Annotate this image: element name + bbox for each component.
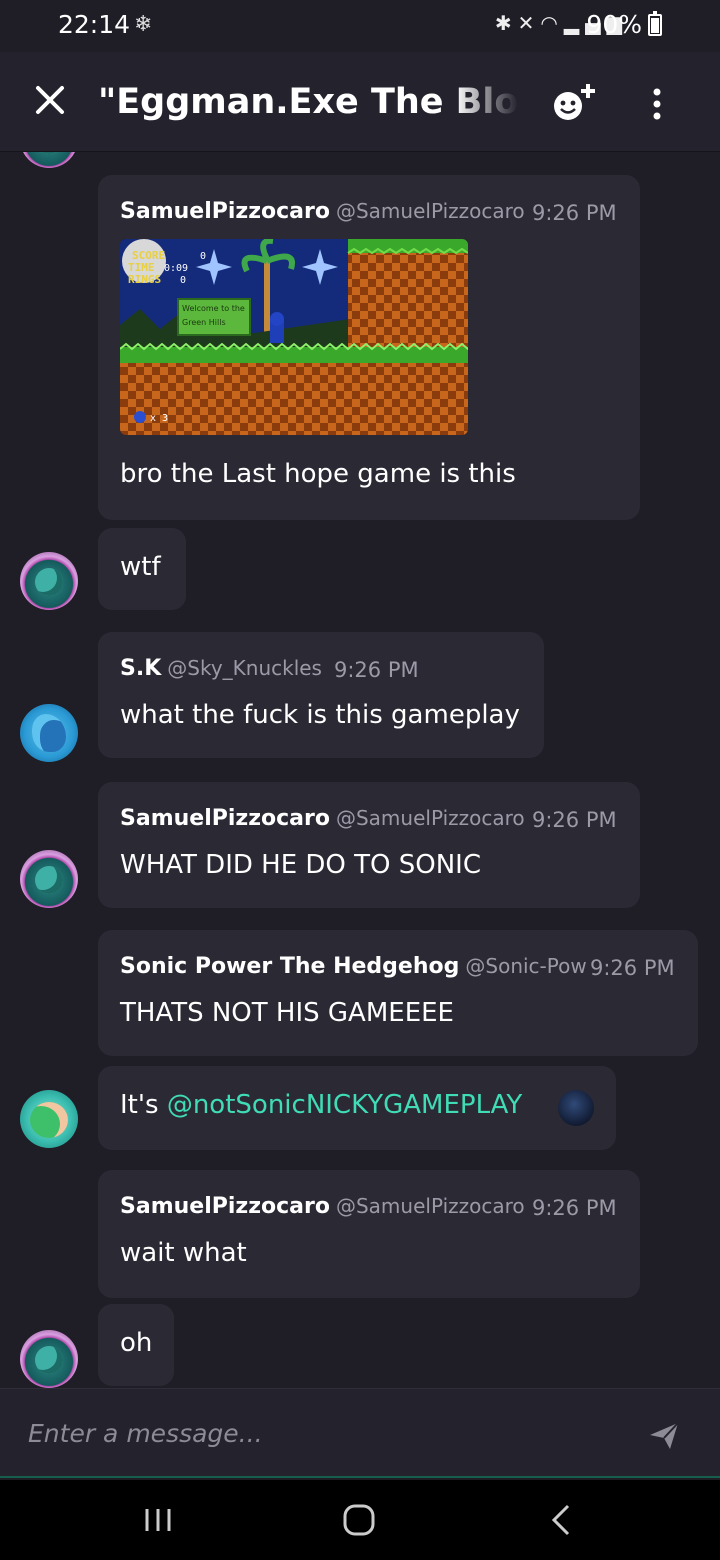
system-nav-bar xyxy=(0,1480,720,1560)
message-bubble[interactable]: S.K @Sky_Knuckles 9:26 PM what the fuck i… xyxy=(98,632,544,758)
message-text: wait what xyxy=(120,1238,247,1268)
message-time: 9:26 PM xyxy=(590,956,675,980)
status-bar: 22:14 ❄ ✱✕◠▂▄▆ 90% xyxy=(0,0,720,52)
battery-percent: 90% xyxy=(586,10,642,39)
message-input[interactable] xyxy=(28,1413,588,1453)
avatar[interactable] xyxy=(20,1090,78,1148)
back-icon xyxy=(551,1504,570,1536)
avatar[interactable] xyxy=(20,850,78,908)
send-icon xyxy=(650,1422,679,1449)
message-handle: @Sky_Knuckles xyxy=(167,656,322,680)
bluetooth-icon: ✱ xyxy=(494,11,518,35)
hud-rings-label: RINGS xyxy=(128,273,161,286)
message-list[interactable]: SamuelPizzocaro @SamuelPizzocaro 9:26 PM … xyxy=(0,152,720,1388)
message-handle: @Sonic-Pow xyxy=(465,954,587,978)
message-text: It's @notSonicNICKYGAMEPLAY xyxy=(120,1090,522,1120)
message-handle: @SamuelPizzocaro xyxy=(335,1194,525,1218)
message-text: what the fuck is this gameplay xyxy=(120,700,520,730)
message-author[interactable]: S.K xyxy=(120,656,161,681)
message-text: WHAT DID HE DO TO SONIC xyxy=(120,850,481,880)
status-time: 22:14 xyxy=(58,10,131,39)
recent-apps-button[interactable] xyxy=(138,1500,178,1540)
chat-header: "Eggman.Exe The Blood xyxy=(0,52,720,152)
user-avatar-emoji-icon xyxy=(558,1090,594,1126)
game-screenshot-image[interactable]: SCORE TIME RINGS 0 0:09 0 Welcome to the… xyxy=(120,239,468,435)
battery-icon xyxy=(648,11,662,36)
add-member-icon xyxy=(554,84,595,120)
more-vertical-icon xyxy=(653,88,661,120)
user-mention-link[interactable]: @notSonicNICKYGAMEPLAY xyxy=(167,1090,522,1120)
avatar[interactable] xyxy=(20,704,78,762)
hud-score-value: 0 xyxy=(200,251,206,262)
add-member-button[interactable] xyxy=(548,80,600,124)
message-handle: @SamuelPizzocaro xyxy=(335,199,525,223)
lives-count: x 3 xyxy=(150,413,168,424)
message-bubble[interactable]: It's @notSonicNICKYGAMEPLAY xyxy=(98,1066,616,1150)
sign-line-2: Green Hills xyxy=(182,318,226,327)
recent-apps-icon xyxy=(145,1509,171,1531)
fan-icon: ❄ xyxy=(134,12,153,37)
mute-icon: ✕ xyxy=(517,11,541,35)
send-button[interactable] xyxy=(646,1417,682,1453)
hud-time-value: 0:09 xyxy=(164,263,188,274)
message-bubble[interactable]: SamuelPizzocaro @SamuelPizzocaro 9:26 PM … xyxy=(98,175,640,520)
message-bubble[interactable]: Sonic Power The Hedgehog @Sonic-Pow 9:26 … xyxy=(98,930,698,1056)
message-author[interactable]: SamuelPizzocaro xyxy=(120,806,330,831)
message-text: bro the Last hope game is this xyxy=(120,459,516,489)
message-time: 9:26 PM xyxy=(532,1196,617,1220)
message-time: 9:26 PM xyxy=(532,201,617,225)
message-bubble[interactable]: wtf xyxy=(98,528,186,610)
wifi-icon: ◠ xyxy=(540,11,564,35)
more-options-button[interactable] xyxy=(640,84,674,124)
message-composer xyxy=(0,1388,720,1478)
home-button[interactable] xyxy=(339,1500,379,1540)
message-bubble[interactable]: SamuelPizzocaro @SamuelPizzocaro 9:26 PM … xyxy=(98,1170,640,1298)
message-author[interactable]: Sonic Power The Hedgehog xyxy=(120,954,459,979)
avatar[interactable] xyxy=(20,552,78,610)
message-bubble[interactable]: SamuelPizzocaro @SamuelPizzocaro 9:26 PM … xyxy=(98,782,640,908)
message-time: 9:26 PM xyxy=(532,808,617,832)
message-handle: @SamuelPizzocaro xyxy=(335,806,525,830)
message-text: THATS NOT HIS GAMEEEE xyxy=(120,998,454,1028)
hud-rings-value: 0 xyxy=(180,275,186,286)
message-time: 9:26 PM xyxy=(334,658,419,682)
home-icon xyxy=(343,1504,375,1536)
message-text-prefix: It's xyxy=(120,1090,167,1120)
close-icon xyxy=(36,86,64,114)
avatar[interactable] xyxy=(20,1330,78,1388)
message-text: oh xyxy=(120,1328,153,1358)
message-author[interactable]: SamuelPizzocaro xyxy=(120,1194,330,1219)
avatar[interactable] xyxy=(20,152,78,168)
sign-line-1: Welcome to the xyxy=(182,304,245,313)
message-bubble[interactable]: oh xyxy=(98,1304,174,1386)
back-button[interactable] xyxy=(542,1500,582,1540)
close-button[interactable] xyxy=(30,80,70,120)
message-text: wtf xyxy=(120,552,161,582)
chat-title[interactable]: "Eggman.Exe The Blood xyxy=(98,82,518,128)
message-author[interactable]: SamuelPizzocaro xyxy=(120,199,330,224)
